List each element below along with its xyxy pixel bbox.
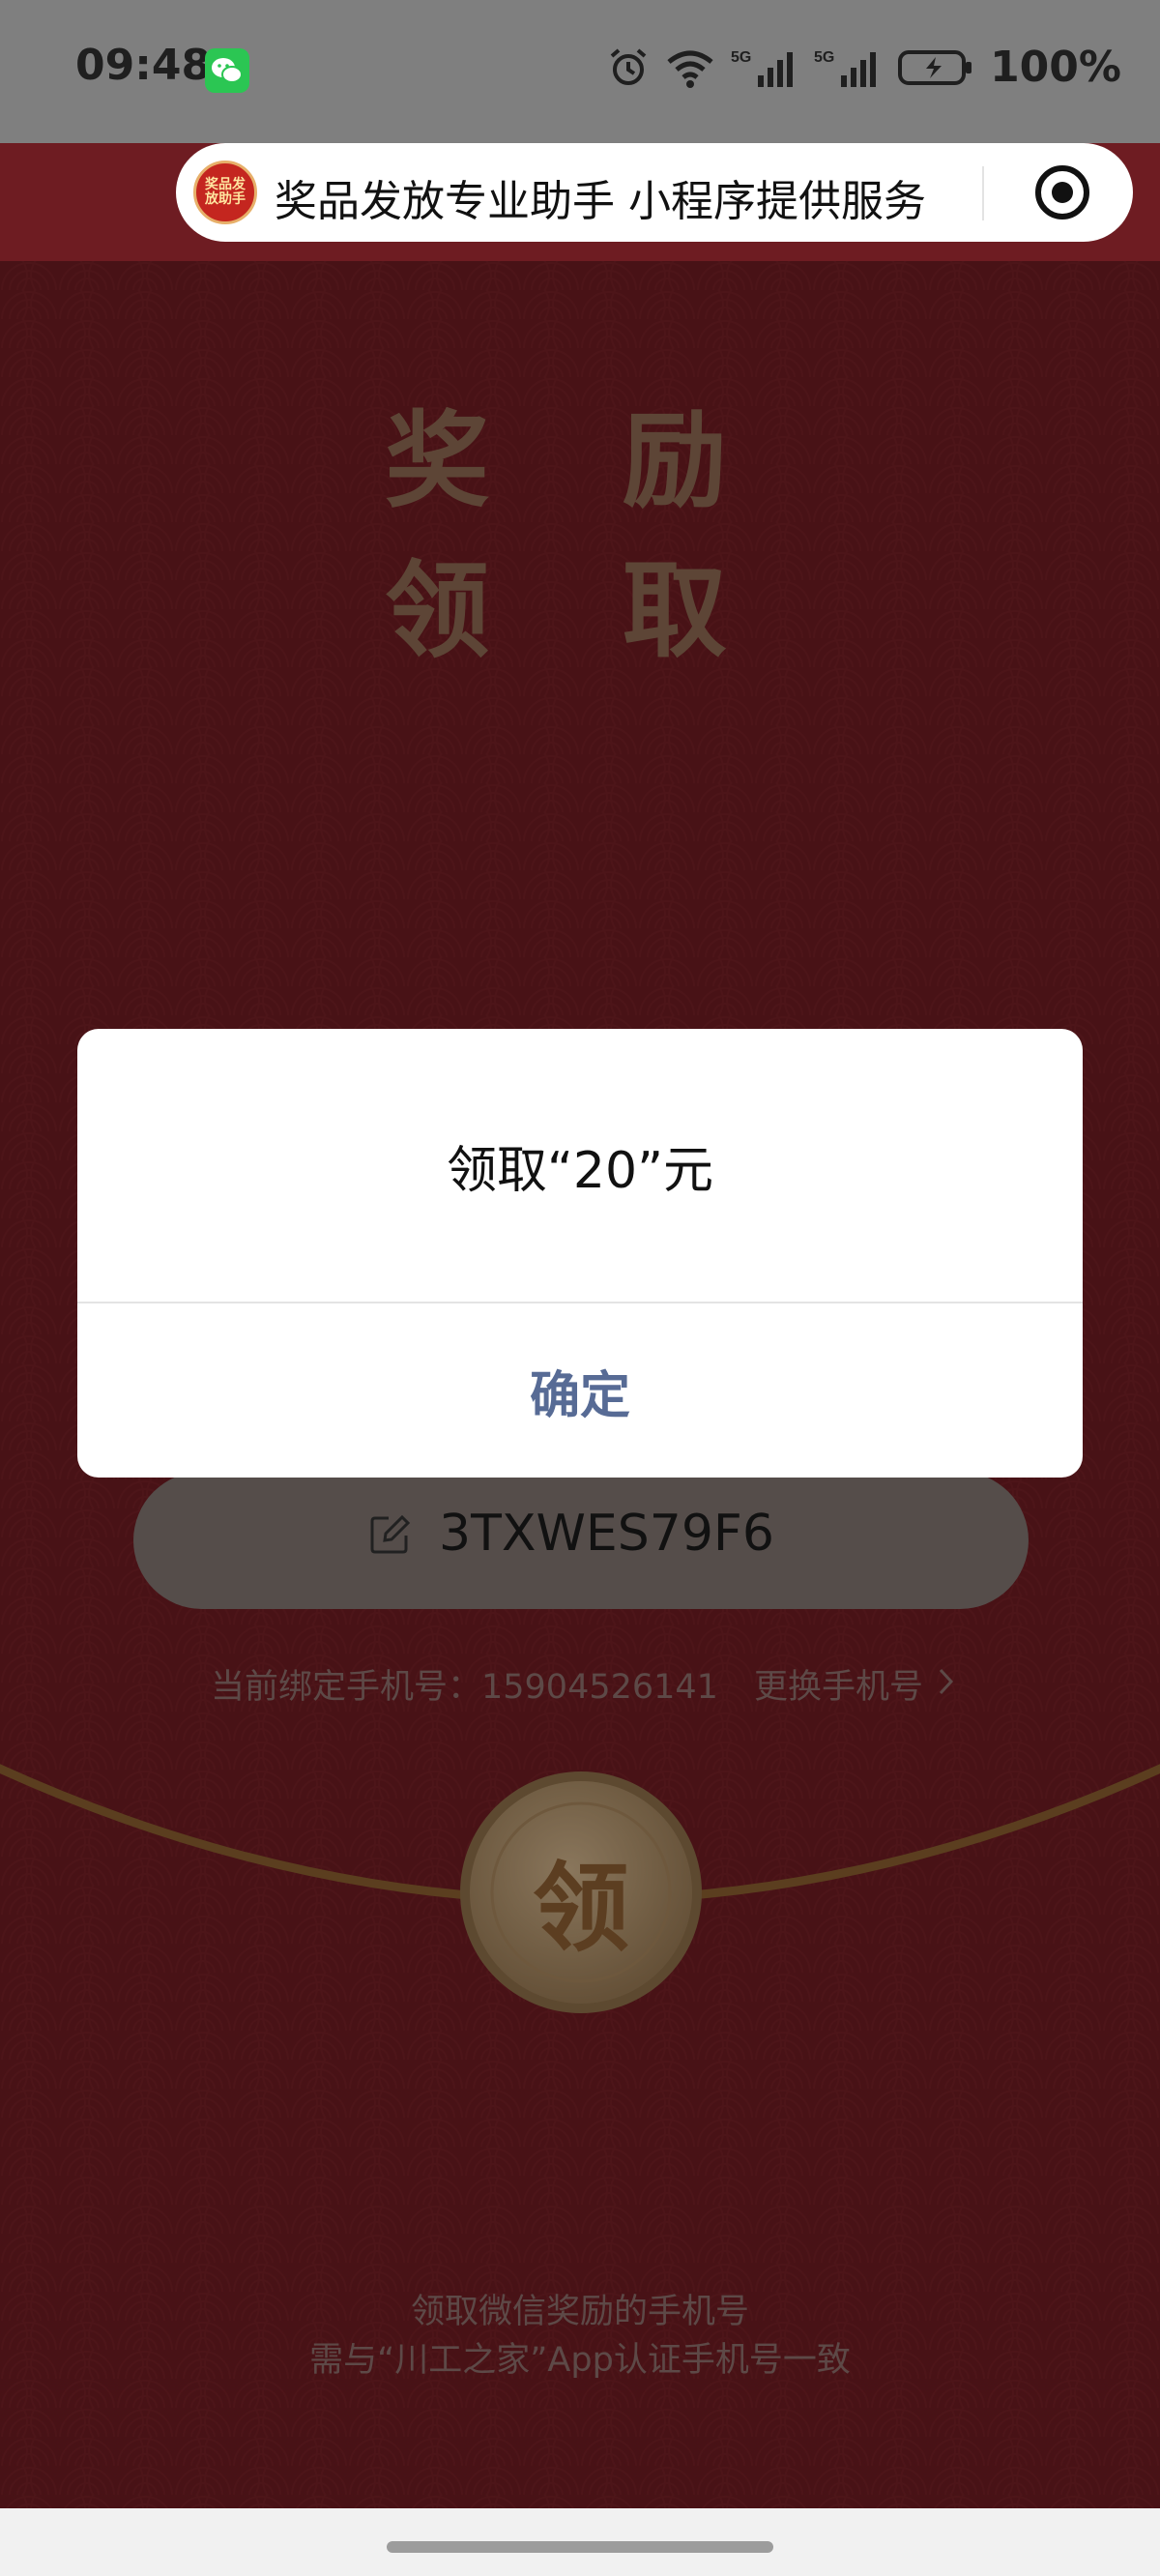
- wifi-icon: [667, 50, 713, 88]
- capsule-divider: [982, 166, 984, 220]
- mini-program-logo-text: 奖品发放助手: [205, 177, 246, 207]
- mini-program-logo: 奖品发放助手: [193, 161, 257, 224]
- system-icons: 5G 5G 100%: [607, 43, 1121, 92]
- confirm-dialog: 领取“20”元 确定: [77, 1029, 1083, 1478]
- mini-program-title[interactable]: 奖品发放专业助手 小程序提供服务: [275, 166, 926, 228]
- gesture-nav-bar: [0, 2508, 1160, 2576]
- status-time: 09:48: [75, 41, 212, 90]
- status-bar: 09:48 5G 5G 100%: [0, 0, 1160, 143]
- home-indicator[interactable]: [387, 2541, 773, 2553]
- battery-charging-icon: [898, 49, 972, 85]
- svg-text:5G: 5G: [731, 49, 751, 66]
- alarm-icon: [610, 47, 647, 85]
- signal-5g-icon: 5G: [731, 49, 794, 87]
- close-target-icon[interactable]: [1032, 162, 1092, 222]
- signal-5g-icon: 5G: [814, 49, 877, 87]
- battery-percentage: 100%: [990, 43, 1121, 92]
- wechat-icon: [205, 48, 249, 93]
- mini-program-capsule[interactable]: 奖品发放助手 奖品发放专业助手 小程序提供服务: [176, 143, 1133, 242]
- confirm-button[interactable]: 确定: [77, 1303, 1083, 1478]
- svg-text:5G: 5G: [814, 49, 834, 66]
- dialog-message: 领取“20”元: [446, 1142, 714, 1200]
